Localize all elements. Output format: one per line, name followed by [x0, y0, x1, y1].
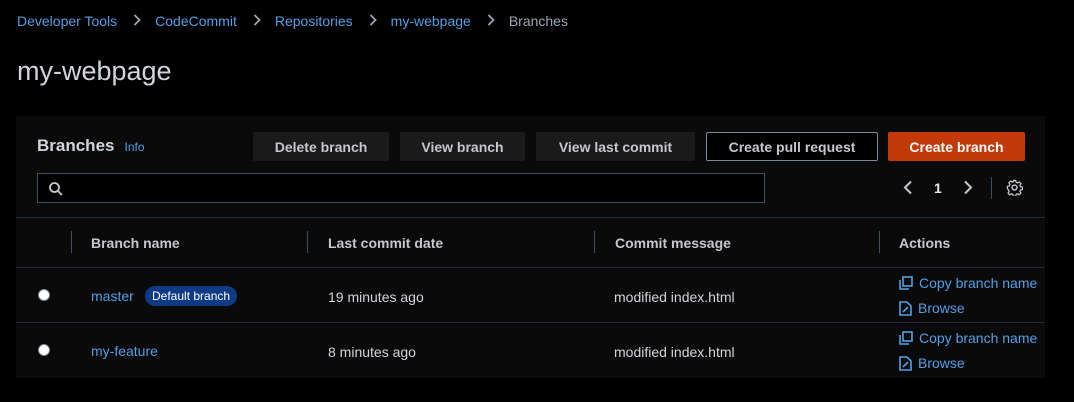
breadcrumb-codecommit[interactable]: CodeCommit — [155, 13, 237, 29]
column-separator — [307, 231, 308, 253]
branch-name-link[interactable]: my-feature — [91, 343, 158, 359]
row-select-radio[interactable] — [38, 344, 50, 356]
chevron-right-icon[interactable] — [963, 180, 973, 195]
copy-branch-name-action[interactable]: Copy branch name — [899, 330, 1037, 346]
chevron-right-icon — [487, 13, 495, 29]
panel-header: Branches Info — [37, 136, 145, 156]
search-input[interactable] — [37, 173, 765, 203]
pager-divider — [991, 177, 992, 199]
search-icon — [49, 182, 63, 196]
browse-label: Browse — [918, 300, 965, 316]
chevron-right-icon — [253, 13, 261, 29]
commit-message: modified index.html — [614, 344, 735, 360]
breadcrumb: Developer Tools CodeCommit Repositories … — [17, 13, 568, 29]
view-last-commit-button[interactable]: View last commit — [536, 132, 695, 161]
gear-icon[interactable] — [1006, 179, 1023, 196]
column-separator — [879, 231, 880, 253]
branches-panel: Branches Info Delete branch View branch … — [16, 116, 1045, 378]
last-commit-date: 8 minutes ago — [328, 344, 416, 360]
delete-branch-button[interactable]: Delete branch — [253, 132, 389, 161]
file-icon — [899, 355, 912, 371]
chevron-right-icon — [133, 13, 141, 29]
browse-action[interactable]: Browse — [899, 300, 965, 316]
copy-icon — [899, 331, 913, 345]
current-page-number[interactable]: 1 — [934, 180, 942, 196]
header-divider — [16, 267, 1045, 268]
breadcrumb-developer-tools[interactable]: Developer Tools — [17, 13, 117, 29]
breadcrumb-my-webpage[interactable]: my-webpage — [391, 13, 471, 29]
column-separator — [594, 231, 595, 253]
header-last-commit-date[interactable]: Last commit date — [328, 235, 443, 251]
breadcrumb-repositories[interactable]: Repositories — [275, 13, 353, 29]
header-actions: Actions — [899, 235, 951, 251]
commit-message: modified index.html — [614, 289, 735, 305]
copy-branch-name-label: Copy branch name — [919, 275, 1038, 291]
header-branch-name[interactable]: Branch name — [91, 235, 180, 251]
create-branch-button[interactable]: Create branch — [888, 132, 1025, 161]
header-commit-message[interactable]: Commit message — [615, 235, 731, 251]
page-title: my-webpage — [17, 56, 172, 86]
info-link[interactable]: Info — [124, 140, 144, 154]
last-commit-date: 19 minutes ago — [328, 289, 424, 305]
panel-title: Branches — [37, 136, 115, 155]
copy-branch-name-label: Copy branch name — [919, 330, 1038, 346]
default-branch-badge: Default branch — [145, 286, 238, 306]
row-select-radio[interactable] — [38, 289, 50, 301]
table-top-divider — [16, 217, 1045, 218]
chevron-right-icon — [369, 13, 377, 29]
view-branch-button[interactable]: View branch — [400, 132, 525, 161]
column-separator — [71, 231, 72, 253]
copy-branch-name-action[interactable]: Copy branch name — [899, 275, 1037, 291]
branch-name-link[interactable]: master — [91, 288, 134, 304]
chevron-left-icon[interactable] — [903, 180, 913, 195]
breadcrumb-branches: Branches — [508, 13, 568, 29]
file-icon — [899, 300, 912, 316]
row-divider — [16, 322, 1045, 323]
create-pull-request-button[interactable]: Create pull request — [706, 132, 878, 161]
browse-label: Browse — [918, 355, 965, 371]
browse-action[interactable]: Browse — [899, 355, 965, 371]
copy-icon — [899, 276, 913, 290]
